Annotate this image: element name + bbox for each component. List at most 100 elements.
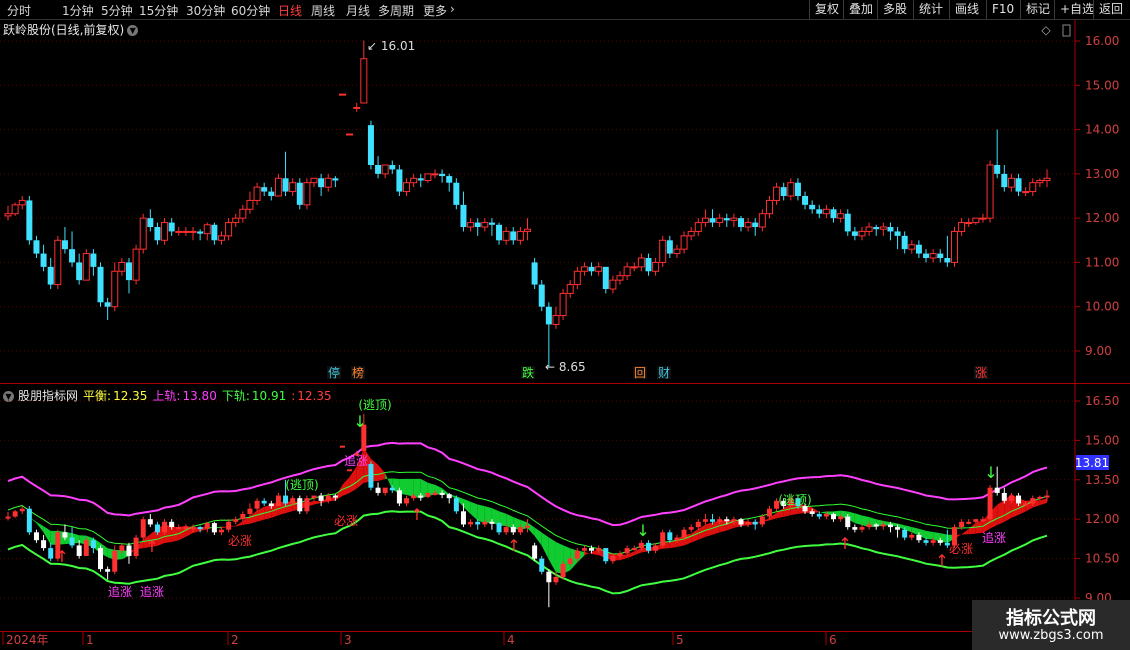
- indicator-candle: [752, 521, 758, 525]
- trend-band: [911, 526, 919, 536]
- indicator-candle: [325, 495, 331, 501]
- indicator-candle: [339, 445, 345, 448]
- scroll-icon: [1062, 24, 1071, 37]
- candle-up: [239, 208, 247, 219]
- indicator-annotation: 追涨: [344, 453, 368, 468]
- price-tick-label: 11.00: [1085, 255, 1119, 269]
- indicator-candle: [41, 540, 47, 549]
- indicator-candle: [610, 555, 616, 562]
- candle-up: [161, 222, 169, 241]
- candle-down: [211, 224, 218, 241]
- indicator-candle: [574, 550, 580, 559]
- candle-up: [687, 230, 695, 237]
- indicator-candle: [973, 519, 979, 522]
- candle-down: [33, 240, 40, 254]
- candle-up: [822, 208, 830, 215]
- candle-down: [168, 222, 175, 232]
- candle-down: [915, 244, 922, 254]
- indicator-candle: [254, 500, 260, 509]
- indicator-candle: [489, 521, 495, 524]
- indicator-candle: [873, 524, 879, 527]
- price-tick-label: 9.00: [1085, 344, 1112, 358]
- indicator-tick-label: 10.50: [1085, 552, 1119, 566]
- candle-up: [182, 230, 190, 233]
- indicator-annotation: 追涨: [140, 584, 164, 599]
- indicator-candle: [226, 521, 232, 530]
- indicator-candle: [48, 548, 54, 559]
- trend-band: [548, 537, 556, 573]
- indicator-candle: [653, 545, 659, 551]
- indicator-candle: [1044, 495, 1050, 498]
- indicator-candle: [1001, 492, 1007, 501]
- indicator-candle: [119, 545, 125, 551]
- trend-band: [854, 513, 862, 526]
- candle-down: [375, 165, 382, 174]
- indicator-candle: [19, 508, 25, 512]
- indicator-candle: [887, 524, 893, 528]
- price-tick-label: 10.00: [1085, 300, 1119, 314]
- indicator-candle: [211, 523, 217, 533]
- candle-down: [588, 266, 595, 272]
- candle-down: [737, 218, 744, 227]
- candle-up: [132, 248, 140, 281]
- candle-down: [389, 165, 396, 170]
- indicator-candle: [197, 527, 203, 530]
- indicator-annotation: 追涨: [108, 584, 132, 599]
- kline-chart[interactable]: 16.00 15.00 14.00 13.00 12.00 11.00 10.00 9.00 1…: [0, 0, 1130, 650]
- candle-down: [76, 262, 83, 281]
- indicator-candle: [710, 519, 716, 522]
- trend-band: [968, 522, 976, 535]
- indicator-candle: [347, 469, 353, 472]
- candle-down: [531, 262, 538, 285]
- candle-up: [1007, 177, 1015, 188]
- trend-band: [36, 521, 44, 533]
- indicator-candle: [717, 519, 723, 522]
- indicator-candle: [311, 495, 317, 499]
- price-tick-label: 16.00: [1085, 34, 1119, 48]
- candle-up: [246, 199, 254, 210]
- indicator-annotation: 追涨: [982, 530, 1006, 545]
- buy-arrow-icon: ↑: [838, 534, 851, 553]
- date-label: 2: [231, 633, 239, 647]
- indicator-candle: [859, 527, 865, 530]
- candle-up: [566, 284, 574, 294]
- indicator-candle: [69, 537, 75, 546]
- candle-up: [865, 226, 873, 232]
- candle-down: [125, 262, 132, 281]
- price-tick-label: 13.00: [1085, 167, 1119, 181]
- candle-down: [809, 204, 816, 210]
- trend-band: [506, 513, 514, 529]
- candle-down: [894, 231, 901, 236]
- trend-band: [470, 501, 478, 521]
- candle-up: [758, 213, 766, 228]
- indicator-candle: [133, 537, 139, 556]
- indicator-candle: [261, 500, 267, 504]
- price-tick-label: 12.00: [1085, 211, 1119, 225]
- indicator-candle: [987, 487, 993, 520]
- candle-down: [40, 253, 47, 267]
- candle-up: [346, 133, 354, 136]
- trend-band: [484, 506, 492, 524]
- candle-up: [773, 186, 781, 201]
- candle-up: [203, 224, 211, 235]
- candle-down: [261, 187, 268, 192]
- candle-up: [879, 226, 887, 230]
- indicator-candle: [1030, 498, 1036, 504]
- indicator-candle: [176, 527, 182, 530]
- trend-band: [335, 484, 343, 501]
- event-marker: 回: [634, 366, 646, 380]
- sell-arrow-icon: ↓: [636, 521, 649, 540]
- indicator-annotation: 必涨: [949, 541, 973, 556]
- indicator-candle: [275, 495, 281, 507]
- candle-down: [794, 182, 801, 196]
- candle-up: [979, 217, 987, 220]
- indicator-candle: [823, 513, 829, 517]
- indicator-candle: [553, 576, 559, 583]
- candle-down: [851, 231, 858, 236]
- indicator-candle: [240, 513, 246, 520]
- indicator-candle: [411, 495, 417, 499]
- trend-band: [997, 500, 1005, 526]
- candle-up: [1043, 177, 1051, 182]
- candle-down: [994, 165, 1001, 174]
- indicator-candle: [980, 519, 986, 522]
